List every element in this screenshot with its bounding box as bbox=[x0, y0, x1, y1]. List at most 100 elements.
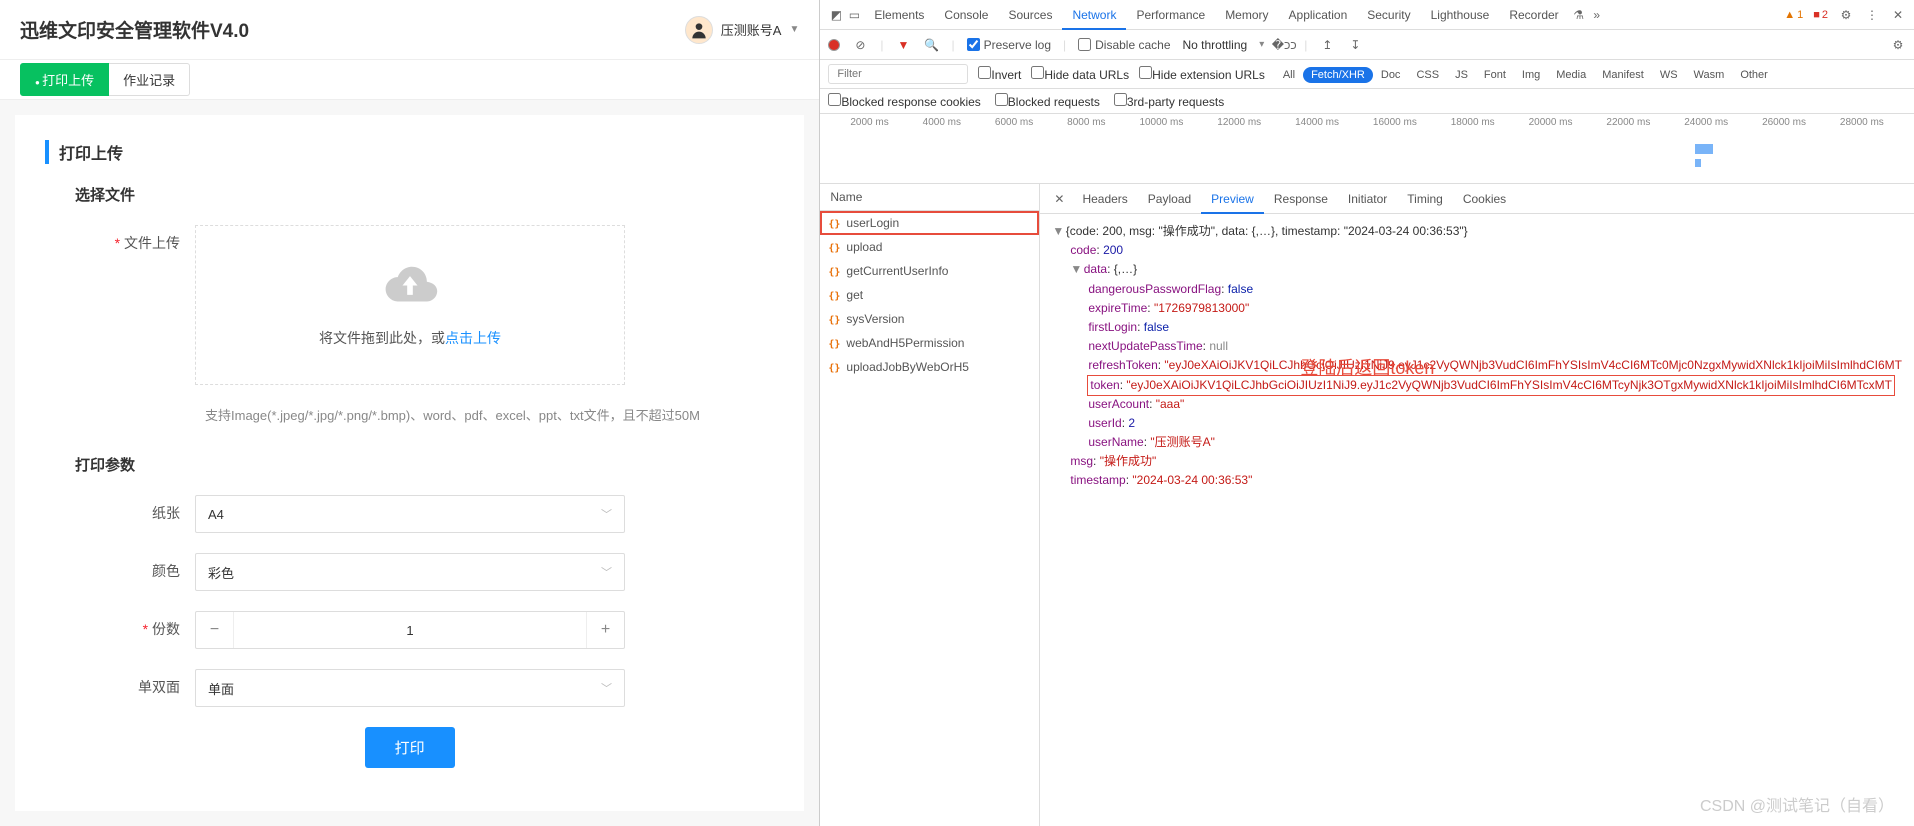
devtools-tab-network[interactable]: Network bbox=[1062, 2, 1126, 30]
type-chip-img[interactable]: Img bbox=[1514, 67, 1548, 83]
detail-tab-preview[interactable]: Preview bbox=[1201, 186, 1264, 214]
params-title: 打印参数 bbox=[75, 454, 774, 475]
timeline-marker bbox=[1695, 159, 1701, 167]
increment-button[interactable]: + bbox=[586, 612, 624, 648]
timeline-tick: 22000 ms bbox=[1606, 117, 1650, 128]
type-chip-fetchxhr[interactable]: Fetch/XHR bbox=[1303, 67, 1373, 83]
timeline-tick: 8000 ms bbox=[1067, 117, 1105, 128]
color-label: 颜色 bbox=[45, 553, 195, 581]
timeline-tick: 2000 ms bbox=[850, 117, 888, 128]
disable-cache-check[interactable]: Disable cache bbox=[1078, 38, 1170, 52]
request-item[interactable]: get bbox=[820, 283, 1039, 307]
filter-row-2: Blocked response cookies Blocked request… bbox=[820, 89, 1914, 114]
timeline-tick: 6000 ms bbox=[995, 117, 1033, 128]
type-chip-font[interactable]: Font bbox=[1476, 67, 1514, 83]
detail-tab-initiator[interactable]: Initiator bbox=[1338, 186, 1397, 212]
nav-tabs: 打印上传 作业记录 bbox=[0, 60, 819, 100]
devtools-tab-console[interactable]: Console bbox=[934, 2, 998, 28]
decrement-button[interactable]: − bbox=[196, 612, 234, 648]
timeline[interactable]: 2000 ms4000 ms6000 ms8000 ms10000 ms1200… bbox=[820, 114, 1914, 184]
inspect-icon[interactable]: ◩ bbox=[828, 7, 844, 23]
type-chip-manifest[interactable]: Manifest bbox=[1594, 67, 1652, 83]
upload-hint: 支持Image(*.jpeg/*.jpg/*.png/*.bmp)、word、p… bbox=[205, 405, 774, 424]
watermark: CSDN @测试笔记（自看） bbox=[1700, 792, 1894, 816]
upload-icon[interactable]: ↥ bbox=[1319, 37, 1335, 53]
search-icon[interactable]: 🔍 bbox=[924, 37, 940, 53]
copies-input: − 1 + bbox=[195, 611, 625, 649]
devtools-tab-memory[interactable]: Memory bbox=[1215, 2, 1278, 28]
color-select[interactable]: 彩色 ﹀ bbox=[195, 553, 625, 591]
devtools-tab-security[interactable]: Security bbox=[1357, 2, 1420, 28]
copies-value[interactable]: 1 bbox=[234, 623, 586, 638]
devtools-tab-performance[interactable]: Performance bbox=[1126, 2, 1215, 28]
response-preview[interactable]: ▼ {code: 200, msg: "操作成功", data: {,…}, t… bbox=[1040, 214, 1914, 826]
request-list-header: Name bbox=[820, 184, 1039, 211]
hide-data-check[interactable]: Hide data URLs bbox=[1031, 66, 1129, 82]
blocked-cookies-check[interactable]: Blocked response cookies bbox=[828, 93, 980, 109]
blocked-req-check[interactable]: Blocked requests bbox=[995, 93, 1100, 109]
devtools-tab-application[interactable]: Application bbox=[1279, 2, 1358, 28]
type-chip-all[interactable]: All bbox=[1275, 67, 1303, 83]
warn-badge[interactable]: 1 bbox=[1784, 9, 1803, 21]
devtools-tab-lighthouse[interactable]: Lighthouse bbox=[1421, 2, 1500, 28]
more-tabs-icon[interactable]: » bbox=[1589, 7, 1605, 23]
hide-ext-check[interactable]: Hide extension URLs bbox=[1139, 66, 1265, 82]
type-chip-other[interactable]: Other bbox=[1732, 67, 1776, 83]
print-button[interactable]: 打印 bbox=[365, 727, 455, 768]
type-chip-wasm[interactable]: Wasm bbox=[1686, 67, 1733, 83]
detail-tab-response[interactable]: Response bbox=[1264, 186, 1338, 212]
request-item[interactable]: uploadJobByWebOrH5 bbox=[820, 355, 1039, 379]
detail-tab-cookies[interactable]: Cookies bbox=[1453, 186, 1516, 212]
kebab-icon[interactable]: ⋮ bbox=[1864, 7, 1880, 23]
detail-tab-payload[interactable]: Payload bbox=[1138, 186, 1201, 212]
devtools-tabs: ◩ ▭ ElementsConsoleSourcesNetworkPerform… bbox=[820, 0, 1914, 30]
request-item[interactable]: userLogin bbox=[820, 211, 1039, 235]
detail-tab-timing[interactable]: Timing bbox=[1397, 186, 1453, 212]
filter-icon[interactable]: ▼ bbox=[896, 37, 912, 53]
filter-input[interactable] bbox=[828, 64, 968, 84]
devtools-tab-sources[interactable]: Sources bbox=[998, 2, 1062, 28]
close-detail-button[interactable]: ✕ bbox=[1048, 192, 1070, 206]
main-panel: 打印上传 选择文件 文件上传 将文件拖到此处，或点击上传 支持Image(*.j… bbox=[15, 115, 804, 811]
gear-icon[interactable]: ⚙ bbox=[1838, 7, 1854, 23]
invert-check[interactable]: Invert bbox=[978, 66, 1021, 82]
error-badge[interactable]: 2 bbox=[1813, 9, 1828, 21]
type-chip-doc[interactable]: Doc bbox=[1373, 67, 1409, 83]
clear-icon[interactable]: ⊘ bbox=[852, 37, 868, 53]
request-item[interactable]: webAndH5Permission bbox=[820, 331, 1039, 355]
upload-link[interactable]: 点击上传 bbox=[445, 330, 501, 346]
wifi-icon[interactable]: �ככ bbox=[1276, 37, 1292, 53]
chevron-down-icon: ﹀ bbox=[601, 506, 612, 522]
type-chip-css[interactable]: CSS bbox=[1408, 67, 1447, 83]
paper-select[interactable]: A4 ﹀ bbox=[195, 495, 625, 533]
timeline-tick: 16000 ms bbox=[1373, 117, 1417, 128]
upload-dropzone[interactable]: 将文件拖到此处，或点击上传 bbox=[195, 225, 625, 385]
devtools-tab-recorder[interactable]: Recorder bbox=[1499, 2, 1568, 28]
timeline-tick: 18000 ms bbox=[1451, 117, 1495, 128]
tab-print-upload[interactable]: 打印上传 bbox=[20, 63, 109, 96]
type-chip-ws[interactable]: WS bbox=[1652, 67, 1686, 83]
type-chip-js[interactable]: JS bbox=[1447, 67, 1476, 83]
download-icon[interactable]: ↧ bbox=[1347, 37, 1363, 53]
gear-icon[interactable]: ⚙ bbox=[1890, 37, 1906, 53]
preserve-log-check[interactable]: Preserve log bbox=[967, 38, 1051, 52]
record-button[interactable] bbox=[828, 39, 840, 51]
network-toolbar: ⊘ | ▼ 🔍 | Preserve log | Disable cache N… bbox=[820, 30, 1914, 60]
app-header: 迅维文印安全管理软件V4.0 压测账号A ▼ bbox=[0, 0, 819, 60]
type-chip-media[interactable]: Media bbox=[1548, 67, 1594, 83]
user-name: 压测账号A bbox=[721, 20, 782, 39]
detail-tab-headers[interactable]: Headers bbox=[1072, 186, 1137, 212]
user-menu[interactable]: 压测账号A ▼ bbox=[685, 16, 800, 44]
duplex-select[interactable]: 单面 ﹀ bbox=[195, 669, 625, 707]
request-item[interactable]: sysVersion bbox=[820, 307, 1039, 331]
request-item[interactable]: upload bbox=[820, 235, 1039, 259]
tab-job-history[interactable]: 作业记录 bbox=[109, 63, 190, 96]
detail-pane: ✕ HeadersPayloadPreviewResponseInitiator… bbox=[1040, 184, 1914, 826]
throttling-select[interactable]: No throttling bbox=[1183, 38, 1248, 52]
json-icon bbox=[828, 216, 840, 230]
third-party-check[interactable]: 3rd-party requests bbox=[1114, 93, 1224, 109]
devtools-tab-elements[interactable]: Elements bbox=[864, 2, 934, 28]
request-item[interactable]: getCurrentUserInfo bbox=[820, 259, 1039, 283]
device-icon[interactable]: ▭ bbox=[846, 7, 862, 23]
close-icon[interactable]: ✕ bbox=[1890, 7, 1906, 23]
